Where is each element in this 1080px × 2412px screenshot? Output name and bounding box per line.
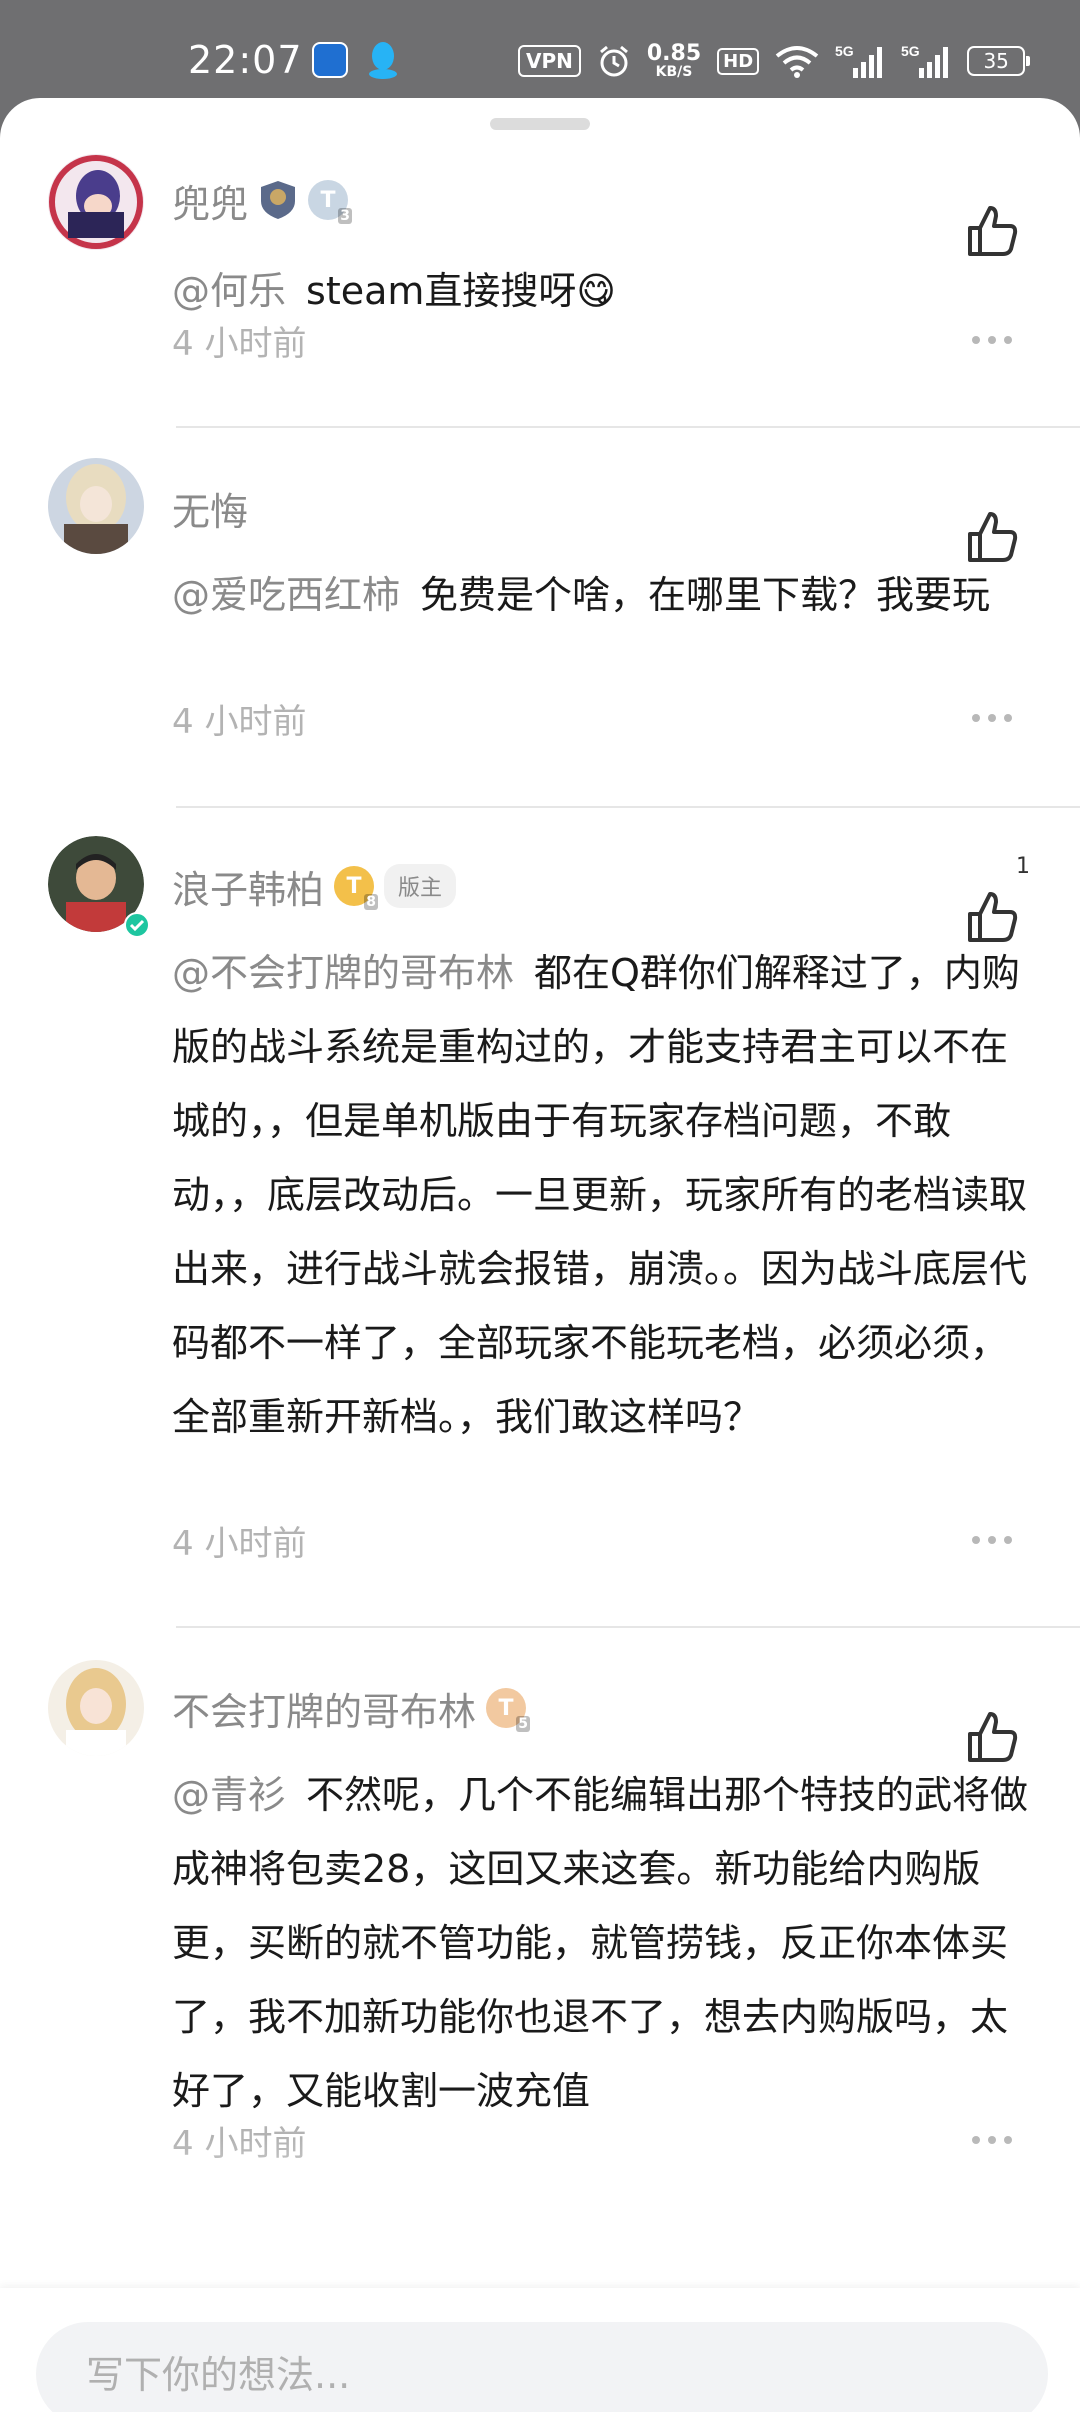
name-row: 浪子韩柏 T8 版主 — [172, 856, 457, 916]
vpn-icon: VPN — [518, 45, 581, 77]
status-icons: VPN 0.85 KB/S HD 5G 5G 35 — [518, 36, 1031, 86]
avatar[interactable] — [48, 1660, 144, 1756]
comment-sheet: 兜兜 T3 @何乐 steam直接搜呀😋 4 小时前 无悔 @爱吃西红柿 免费是… — [0, 98, 1080, 2412]
level-badge-icon: T3 — [308, 180, 353, 224]
more-icon[interactable] — [970, 1534, 1014, 1546]
name-row: 不会打牌的哥布林 T5 — [172, 1678, 531, 1738]
name-row: 无悔 — [172, 478, 248, 538]
more-icon[interactable] — [970, 712, 1014, 724]
battery-icon: 35 — [967, 46, 1031, 76]
hd-icon: HD — [717, 47, 760, 75]
scroll-fade — [0, 2138, 1080, 2238]
comment-text: @爱吃西红柿 免费是个啥，在哪里下载？我要玩 — [172, 558, 1032, 632]
status-time: 22:07 — [188, 38, 303, 82]
level-badge-icon: T5 — [486, 1688, 531, 1732]
comment-time: 4 小时前 — [172, 1524, 307, 1564]
moderator-tag: 版主 — [384, 864, 457, 908]
username[interactable]: 兜兜 — [172, 173, 248, 228]
username[interactable]: 浪子韩柏 — [172, 859, 324, 914]
comment-time: 4 小时前 — [172, 702, 307, 742]
comment-input-wrapper[interactable] — [36, 2322, 1048, 2412]
comment-input[interactable] — [84, 2322, 988, 2412]
comment-body: 免费是个啥，在哪里下载？我要玩 — [420, 573, 991, 617]
network-speed: 0.85 KB/S — [646, 41, 702, 80]
signal-5g-icon: 5G — [835, 43, 883, 78]
verified-icon — [124, 912, 150, 938]
mention-link[interactable]: @何乐 — [172, 269, 286, 313]
qq-icon — [369, 42, 397, 79]
svg-text:5G: 5G — [835, 43, 854, 59]
signal-5g-icon: 5G — [901, 43, 949, 78]
level-badge-icon: T8 — [334, 866, 379, 910]
divider — [176, 426, 1080, 428]
wifi-icon — [775, 46, 819, 78]
thumbs-up-icon[interactable] — [962, 202, 1020, 260]
comment-time: 4 小时前 — [172, 324, 307, 364]
like-count: 1 — [1016, 854, 1030, 879]
comment-text: @青衫 不然呢，几个不能编辑出那个特技的武将做成神将包卖28，这回又来这套。新功能… — [172, 1758, 1032, 2128]
comment-body: 不然呢，几个不能编辑出那个特技的武将做成神将包卖28，这回又来这套。新功能给内购… — [172, 1773, 1029, 2113]
more-icon[interactable] — [970, 334, 1014, 346]
comment-body: steam直接搜呀😋 — [306, 269, 617, 313]
divider — [176, 1626, 1080, 1628]
mention-link[interactable]: @不会打牌的哥布林 — [172, 951, 514, 995]
avatar[interactable] — [48, 836, 150, 938]
alarm-icon — [599, 45, 628, 77]
svg-text:5G: 5G — [901, 43, 920, 59]
status-bar: 22:07 VPN 0.85 KB/S HD 5G 5G 35 — [0, 0, 1080, 110]
more-icon[interactable] — [970, 2134, 1014, 2146]
app-icon — [312, 42, 348, 78]
divider — [176, 806, 1080, 808]
avatar[interactable] — [48, 154, 144, 250]
username[interactable]: 无悔 — [172, 481, 248, 536]
comment-time: 4 小时前 — [172, 2124, 307, 2164]
drag-handle[interactable] — [490, 118, 590, 130]
mention-link[interactable]: @青衫 — [172, 1773, 286, 1817]
avatar[interactable] — [48, 458, 144, 554]
name-row: 兜兜 T3 — [172, 170, 353, 230]
comment-composer — [0, 2288, 1080, 2412]
mention-link[interactable]: @爱吃西红柿 — [172, 573, 400, 617]
medal-icon — [261, 181, 296, 219]
comment-text: @不会打牌的哥布林 都在Q群你们解释过了，内购版的战斗系统是重构过的，才能支持君主… — [172, 936, 1032, 1454]
username[interactable]: 不会打牌的哥布林 — [172, 1681, 476, 1736]
comment-body: 都在Q群你们解释过了，内购版的战斗系统是重构过的，才能支持君主可以不在城的，，但… — [172, 951, 1028, 1439]
